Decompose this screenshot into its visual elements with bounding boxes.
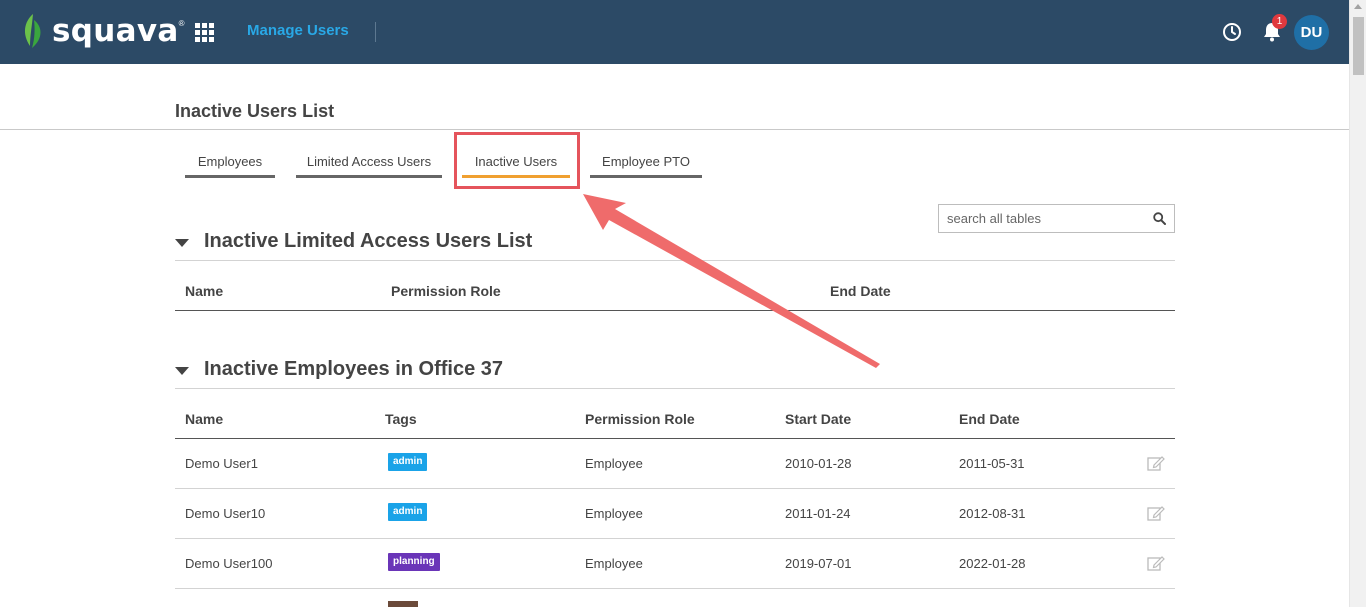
row-divider bbox=[175, 588, 1175, 589]
tab-label: Limited Access Users bbox=[306, 154, 432, 169]
section-title-limited-access: Inactive Limited Access Users List bbox=[204, 230, 533, 252]
edit-icon[interactable] bbox=[1147, 555, 1165, 571]
page-scrollbar[interactable] bbox=[1349, 0, 1366, 607]
collapse-caret-icon[interactable] bbox=[175, 367, 189, 375]
cell-name: Demo User1 bbox=[185, 456, 258, 471]
column-header-end-date[interactable]: End Date bbox=[959, 411, 1020, 427]
cell-start-date: 2019-07-01 bbox=[785, 556, 852, 571]
column-header-start-date[interactable]: Start Date bbox=[785, 411, 851, 427]
tag-badge: admin bbox=[388, 503, 428, 521]
cell-end-date: 2012-08-31 bbox=[959, 506, 1026, 521]
nav-divider bbox=[375, 22, 376, 42]
tag-badge: admin bbox=[388, 453, 428, 471]
column-header-name[interactable]: Name bbox=[185, 411, 223, 427]
search-box bbox=[938, 204, 1175, 233]
cell-start-date: 2011-01-24 bbox=[785, 506, 851, 521]
leaf-logo-icon bbox=[24, 14, 41, 48]
user-avatar[interactable]: DU bbox=[1294, 15, 1329, 50]
cell-end-date: 2022-01-28 bbox=[959, 556, 1026, 571]
annotation-highlight-box bbox=[454, 132, 580, 189]
column-header-permission-role[interactable]: Permission Role bbox=[391, 283, 501, 299]
section-title-inactive-employees: Inactive Employees in Office 37 bbox=[204, 358, 504, 380]
section-divider bbox=[175, 260, 1175, 261]
cell-role: Employee bbox=[585, 506, 643, 521]
column-header-permission-role[interactable]: Permission Role bbox=[585, 411, 695, 427]
header-divider bbox=[175, 310, 1175, 311]
cell-role: Employee bbox=[585, 556, 643, 571]
column-header-name[interactable]: Name bbox=[185, 283, 223, 299]
edit-icon[interactable] bbox=[1147, 505, 1165, 521]
section-divider bbox=[175, 388, 1175, 389]
scroll-thumb[interactable] bbox=[1353, 17, 1364, 75]
tab-employee-pto[interactable]: Employee PTO bbox=[590, 154, 702, 178]
collapse-caret-icon[interactable] bbox=[175, 239, 189, 247]
row-divider bbox=[175, 488, 1175, 489]
cell-start-date: 2010-01-28 bbox=[785, 456, 852, 471]
cell-role: Employee bbox=[585, 456, 643, 471]
top-navigation-bar: squava ® Manage Users 1 DU bbox=[0, 0, 1349, 64]
registered-mark: ® bbox=[178, 18, 185, 28]
search-icon[interactable] bbox=[1153, 212, 1166, 225]
scroll-up-arrow-icon[interactable] bbox=[1354, 4, 1362, 9]
page-divider bbox=[0, 129, 1349, 130]
cell-end-date: 2011-05-31 bbox=[959, 456, 1025, 471]
app-grid-icon[interactable] bbox=[195, 23, 214, 42]
column-header-end-date[interactable]: End Date bbox=[830, 283, 891, 299]
tag-badge-partial bbox=[388, 601, 418, 607]
column-header-tags[interactable]: Tags bbox=[385, 411, 417, 427]
clock-icon[interactable] bbox=[1222, 22, 1242, 42]
search-input[interactable] bbox=[939, 205, 1139, 232]
notification-badge: 1 bbox=[1272, 14, 1287, 29]
edit-icon[interactable] bbox=[1147, 455, 1165, 471]
cell-name: Demo User10 bbox=[185, 506, 266, 521]
header-divider bbox=[175, 438, 1175, 439]
tab-label: Employees bbox=[197, 154, 263, 169]
tab-label: Employee PTO bbox=[602, 154, 690, 169]
row-divider bbox=[175, 538, 1175, 539]
manage-users-link[interactable]: Manage Users bbox=[247, 22, 349, 39]
tab-employees[interactable]: Employees bbox=[185, 154, 275, 178]
logo-text: squava bbox=[52, 13, 179, 49]
tag-badge: planning bbox=[388, 553, 440, 571]
squava-logo[interactable]: squava ® bbox=[20, 12, 184, 50]
cell-name: Demo User100 bbox=[185, 556, 273, 571]
page-title: Inactive Users List bbox=[175, 101, 335, 121]
tab-limited-access-users[interactable]: Limited Access Users bbox=[296, 154, 442, 178]
